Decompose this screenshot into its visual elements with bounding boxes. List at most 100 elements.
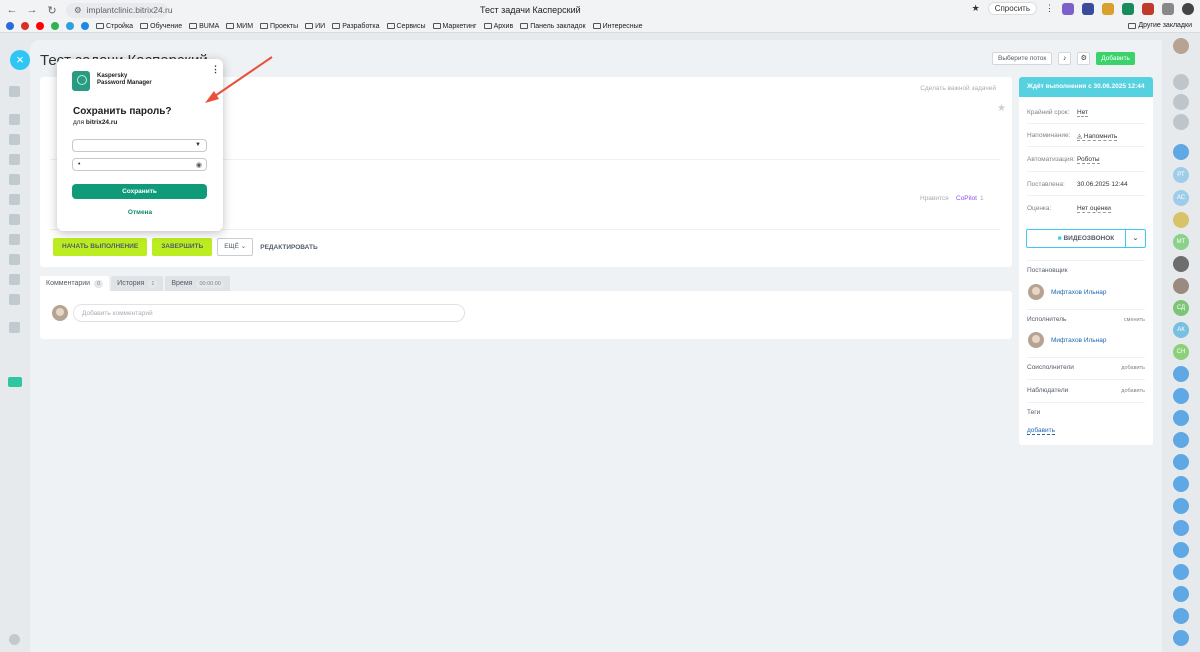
contact-icon[interactable] — [1173, 432, 1189, 448]
contact-avatar[interactable]: АС — [1173, 190, 1189, 206]
menu-icon[interactable] — [9, 294, 20, 305]
add-observer-link[interactable]: добавить — [1121, 388, 1145, 394]
contact-icon[interactable] — [1173, 542, 1189, 558]
youtube-icon[interactable] — [36, 22, 44, 30]
ask-button[interactable]: Спросить — [987, 2, 1037, 15]
make-urgent-link[interactable]: Сделать важной задачей — [920, 85, 996, 92]
bookmark-star-icon[interactable]: ★ — [972, 3, 980, 14]
password-field[interactable]: • ◉ — [72, 158, 207, 171]
contact-icon[interactable] — [1173, 498, 1189, 514]
bookmark-folder[interactable]: Сервисы — [386, 23, 426, 30]
assignee-name[interactable]: Мифтахов Ильнар — [1051, 337, 1107, 344]
profile-icon[interactable] — [1182, 2, 1194, 15]
extension-icon[interactable] — [1102, 2, 1114, 15]
user-avatar[interactable] — [1173, 38, 1189, 54]
close-icon[interactable]: × — [10, 50, 30, 70]
contact-icon[interactable] — [1173, 410, 1189, 426]
tab-time[interactable]: Время 00:00:00 — [165, 276, 230, 291]
other-bookmarks[interactable]: Другие закладки — [1128, 22, 1192, 29]
contact-icon[interactable] — [1173, 388, 1189, 404]
start-button[interactable]: Начать выполнение — [53, 238, 148, 256]
bookmark-folder[interactable]: Интересные — [592, 23, 643, 30]
contact-icon[interactable] — [1173, 630, 1189, 646]
save-button[interactable]: Сохранить — [72, 184, 207, 199]
menu-icon[interactable] — [9, 274, 20, 285]
cancel-button[interactable]: Отмена — [57, 209, 223, 216]
contact-avatar[interactable] — [1173, 256, 1189, 272]
notification-icon[interactable] — [1173, 74, 1189, 90]
add-button[interactable]: Добавить — [1096, 52, 1135, 65]
menu-icon[interactable] — [9, 174, 20, 185]
address-bar[interactable]: ⚙ implantclinic.bitrix24.ru — [66, 2, 173, 18]
bookmark-folder[interactable]: Проекты — [260, 23, 298, 30]
telegram-icon[interactable] — [66, 22, 74, 30]
bookmark-folder[interactable]: Панель закладок — [520, 23, 586, 30]
menu-icon[interactable] — [9, 322, 20, 333]
bookmark-folder[interactable]: Маркетинг — [432, 23, 477, 30]
bookmark-folder[interactable]: МИМ — [226, 23, 253, 30]
avatar[interactable] — [1028, 332, 1044, 348]
menu-icon[interactable] — [9, 154, 20, 165]
automation-value[interactable]: Роботы — [1077, 156, 1100, 164]
eye-icon[interactable]: ◉ — [196, 160, 202, 171]
extension-icon[interactable] — [1062, 2, 1074, 15]
contact-avatar[interactable]: АК — [1173, 322, 1189, 338]
contact-icon[interactable] — [1173, 144, 1189, 160]
reload-icon[interactable]: ↻ — [46, 4, 58, 17]
menu-icon[interactable] — [9, 134, 20, 145]
back-icon[interactable]: ← — [6, 4, 18, 16]
menu-icon[interactable] — [9, 234, 20, 245]
flow-select[interactable]: Выберите поток — [992, 52, 1053, 65]
bookmark-folder[interactable]: Обучение — [140, 23, 182, 30]
contact-icon[interactable] — [1173, 454, 1189, 470]
menu-icon[interactable] — [9, 86, 20, 97]
edit-button[interactable]: Редактировать — [260, 244, 317, 251]
contact-avatar[interactable]: СД — [1173, 300, 1189, 316]
menu-dots-icon[interactable]: ⋮ — [211, 64, 220, 75]
videocall-button[interactable]: ■ Видеозвонок ⌄ — [1026, 229, 1146, 248]
menu-dots-icon[interactable]: ⋮ — [1045, 3, 1054, 14]
contact-avatar[interactable]: РТ — [1173, 167, 1189, 183]
menu-icon[interactable] — [9, 254, 20, 265]
forward-icon[interactable]: → — [26, 4, 38, 16]
contact-avatar[interactable] — [1173, 278, 1189, 294]
bookmark-favicon[interactable] — [6, 22, 14, 30]
contact-avatar[interactable] — [1173, 212, 1189, 228]
puzzle-icon[interactable] — [1162, 2, 1174, 15]
menu-active-item[interactable] — [8, 377, 22, 387]
search-icon[interactable] — [1173, 114, 1189, 130]
menu-icon[interactable] — [9, 214, 20, 225]
deadline-value[interactable]: Нет — [1077, 109, 1089, 117]
kaspersky-extension-icon[interactable] — [1122, 2, 1134, 15]
bookmark-folder[interactable]: Стройка — [96, 23, 133, 30]
bell-icon[interactable]: ♪ — [1058, 52, 1072, 65]
contact-icon[interactable] — [1173, 520, 1189, 536]
extension-icon[interactable] — [1082, 2, 1094, 15]
whatsapp-icon[interactable] — [51, 22, 59, 30]
finish-button[interactable]: Завершить — [152, 238, 213, 256]
contact-icon[interactable] — [1173, 608, 1189, 624]
avatar[interactable] — [1028, 284, 1044, 300]
comment-input[interactable]: Добавить комментарий — [73, 304, 465, 322]
login-select[interactable]: ▼ — [72, 139, 207, 152]
favorite-star-icon[interactable]: ★ — [997, 103, 1006, 114]
contact-avatar[interactable]: СН — [1173, 344, 1189, 360]
bookmark-folder[interactable]: Архив — [483, 23, 513, 30]
tab-comments[interactable]: Комментарии 0 — [40, 276, 110, 291]
search-icon[interactable] — [1173, 94, 1189, 110]
menu-icon[interactable] — [9, 194, 20, 205]
chevron-down-icon[interactable]: ⌄ — [1125, 230, 1145, 247]
bookmark-favicon[interactable] — [81, 22, 89, 30]
reminder-link[interactable]: ◬ Напомнить — [1077, 132, 1118, 141]
gear-icon[interactable]: ⚙ — [1077, 52, 1091, 65]
contact-avatar[interactable]: МТ — [1173, 234, 1189, 250]
extension-icon[interactable] — [1142, 2, 1154, 15]
tab-history[interactable]: История 1 — [111, 276, 164, 291]
bookmark-favicon[interactable] — [21, 22, 29, 30]
more-button[interactable]: Ещё ⌄ — [217, 238, 254, 256]
contact-icon[interactable] — [1173, 476, 1189, 492]
add-coexecutor-link[interactable]: добавить — [1121, 365, 1145, 371]
bookmark-folder[interactable]: Разработка — [332, 23, 380, 30]
contact-icon[interactable] — [1173, 366, 1189, 382]
contact-icon[interactable] — [1173, 586, 1189, 602]
